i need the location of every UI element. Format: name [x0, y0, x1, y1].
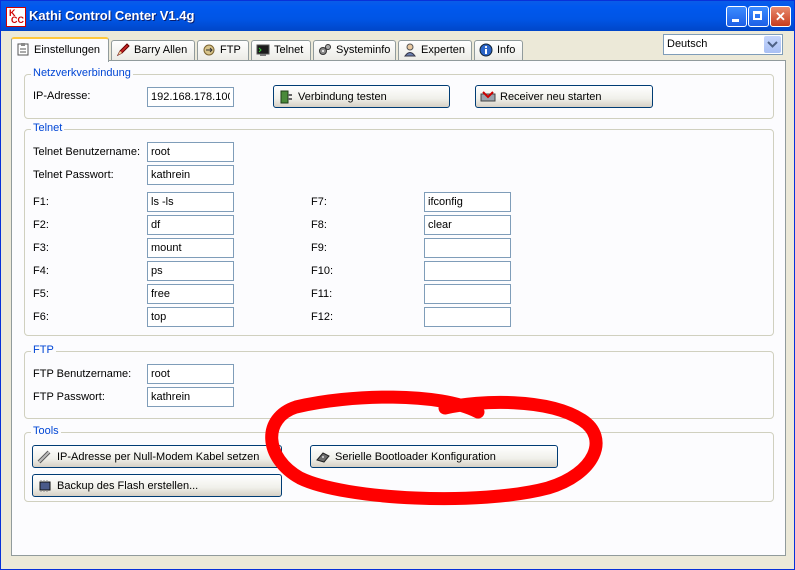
terminal-icon [256, 44, 270, 56]
f1-command-input[interactable] [147, 192, 234, 212]
chevron-down-icon[interactable] [764, 36, 781, 53]
ftp-icon [203, 44, 215, 56]
f12-command-input[interactable] [424, 307, 511, 327]
f5-command-input[interactable] [147, 284, 234, 304]
tab-systeminfo[interactable]: Systeminfo [313, 40, 396, 60]
telnet-group: Telnet Telnet Benutzername: Telnet Passw… [24, 122, 774, 336]
tab-label: Experten [421, 44, 466, 56]
maximize-button[interactable] [748, 6, 769, 27]
close-icon: ✕ [775, 9, 786, 24]
tab-label: Einstellungen [34, 44, 101, 56]
tools-group: Tools IP-Adresse per Null-Modem Kabel se… [24, 425, 774, 502]
ftp-username-label: FTP Benutzername: [33, 368, 132, 380]
language-select-value: Deutsch [667, 38, 708, 50]
tab-label: Barry Allen [134, 44, 188, 56]
gears-icon [319, 44, 331, 55]
title-bar[interactable]: K CC Kathi Control Center V1.4g ✕ [1, 1, 794, 31]
f3-label: F3: [33, 242, 49, 254]
f12-label: F12: [311, 311, 334, 323]
tab-label: FTP [220, 44, 241, 56]
f5-label: F5: [33, 288, 49, 300]
tab-barry-allen[interactable]: Barry Allen [111, 40, 195, 60]
tab-label: Systeminfo [336, 44, 391, 56]
f10-label: F10: [311, 265, 334, 277]
window-title: Kathi Control Center V1.4g [29, 8, 195, 23]
network-group: Netzverkverbindung IP-Adresse: Verbindun… [24, 67, 774, 119]
test-connection-label: Verbindung testen [298, 91, 387, 103]
tab-ftp[interactable]: FTP [197, 40, 249, 60]
serial-bootloader-label: Serielle Bootloader Konfiguration [335, 451, 496, 463]
app-logo-icon: K CC [6, 7, 26, 27]
settings-clipboard-icon [17, 43, 29, 56]
f7-label: F7: [311, 196, 327, 208]
f8-label: F8: [311, 219, 327, 231]
telnet-username-input[interactable] [147, 142, 234, 162]
f1-label: F1: [33, 196, 49, 208]
tools-group-title: Tools [31, 425, 61, 437]
f9-label: F9: [311, 242, 327, 254]
f11-label: F11: [311, 288, 333, 300]
f10-command-input[interactable] [424, 261, 511, 281]
telnet-group-title: Telnet [31, 122, 65, 134]
f11-command-input[interactable] [424, 284, 511, 304]
settings-panel: Netzverkverbindung IP-Adresse: Verbindun… [11, 60, 786, 556]
flash-backup-label: Backup des Flash erstellen... [57, 480, 199, 492]
ftp-username-input[interactable] [147, 364, 234, 384]
ip-address-label: IP-Adresse: [33, 90, 91, 102]
tab-info[interactable]: Info [474, 40, 523, 60]
restart-receiver-label: Receiver neu starten [500, 91, 602, 103]
language-select[interactable]: Deutsch [663, 34, 783, 55]
serial-connector-icon [316, 452, 330, 463]
cable-icon [37, 450, 51, 464]
app-logo-letters-cc: CC [11, 15, 24, 25]
null-modem-ip-button[interactable]: IP-Adresse per Null-Modem Kabel setzen [32, 445, 282, 468]
receiver-icon [480, 91, 496, 102]
restart-receiver-button[interactable]: Receiver neu starten [475, 85, 653, 108]
flash-chip-icon [39, 480, 51, 492]
f7-command-input[interactable] [424, 192, 511, 212]
f2-command-input[interactable] [147, 215, 234, 235]
ftp-password-label: FTP Passwort: [33, 391, 105, 403]
close-button[interactable]: ✕ [770, 6, 791, 27]
ftp-group: FTP FTP Benutzername: FTP Passwort: [24, 344, 774, 419]
serial-bootloader-button[interactable]: Serielle Bootloader Konfiguration [310, 445, 558, 468]
tab-einstellungen[interactable]: Einstellungen [11, 37, 109, 62]
telnet-password-input[interactable] [147, 165, 234, 185]
user-icon [404, 43, 416, 57]
maximize-icon [753, 11, 762, 20]
tab-label: Info [497, 44, 516, 56]
ftp-group-title: FTP [31, 344, 56, 356]
f9-command-input[interactable] [424, 238, 511, 258]
tab-telnet[interactable]: Telnet [251, 40, 311, 60]
f8-command-input[interactable] [424, 215, 511, 235]
minimize-button[interactable] [726, 6, 747, 27]
telnet-username-label: Telnet Benutzername: [33, 146, 141, 158]
app-window: K CC Kathi Control Center V1.4g ✕ Deutsc… [0, 0, 795, 570]
f3-command-input[interactable] [147, 238, 234, 258]
f4-label: F4: [33, 265, 49, 277]
info-icon [479, 43, 493, 57]
minimize-icon [732, 19, 739, 22]
telnet-password-label: Telnet Passwort: [33, 169, 114, 181]
tab-experten[interactable]: Experten [398, 40, 472, 60]
f6-label: F6: [33, 311, 49, 323]
f4-command-input[interactable] [147, 261, 234, 281]
f6-command-input[interactable] [147, 307, 234, 327]
ftp-password-input[interactable] [147, 387, 234, 407]
ip-address-input[interactable] [147, 87, 234, 107]
plug-icon [280, 90, 292, 104]
null-modem-ip-label: IP-Adresse per Null-Modem Kabel setzen [57, 451, 260, 463]
pencil-icon [116, 43, 130, 57]
network-group-title: Netzverkverbindung [31, 67, 133, 79]
f2-label: F2: [33, 219, 49, 231]
test-connection-button[interactable]: Verbindung testen [273, 85, 450, 108]
tab-label: Telnet [274, 44, 304, 56]
flash-backup-button[interactable]: Backup des Flash erstellen... [32, 474, 282, 497]
